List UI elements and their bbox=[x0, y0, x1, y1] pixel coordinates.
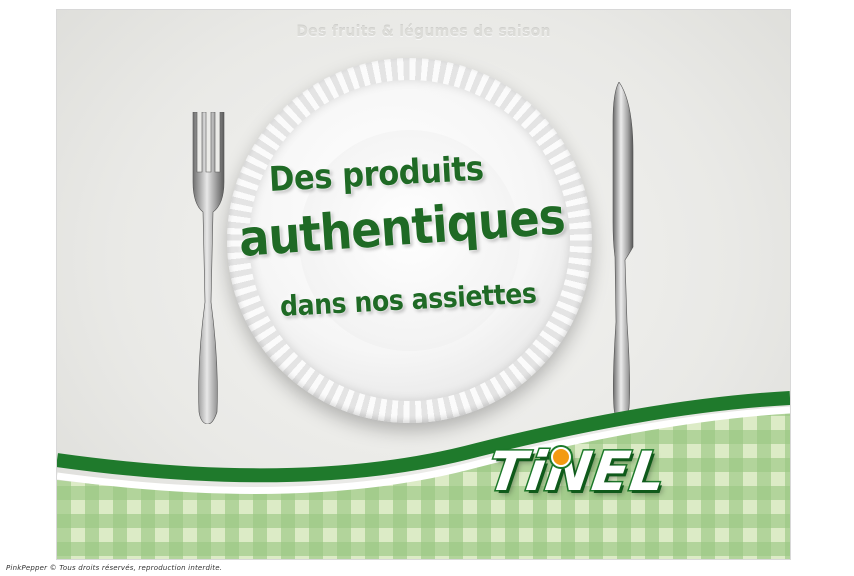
gingham-tablecloth bbox=[57, 391, 790, 559]
logo-orange-dot bbox=[551, 447, 571, 467]
tinel-logo: TiNEL bbox=[483, 439, 672, 505]
poster-frame: Des fruits & légumes de saison Des produ… bbox=[57, 10, 790, 559]
copyright-notice: PinkPepper © Tous droits réservés, repro… bbox=[6, 564, 223, 572]
